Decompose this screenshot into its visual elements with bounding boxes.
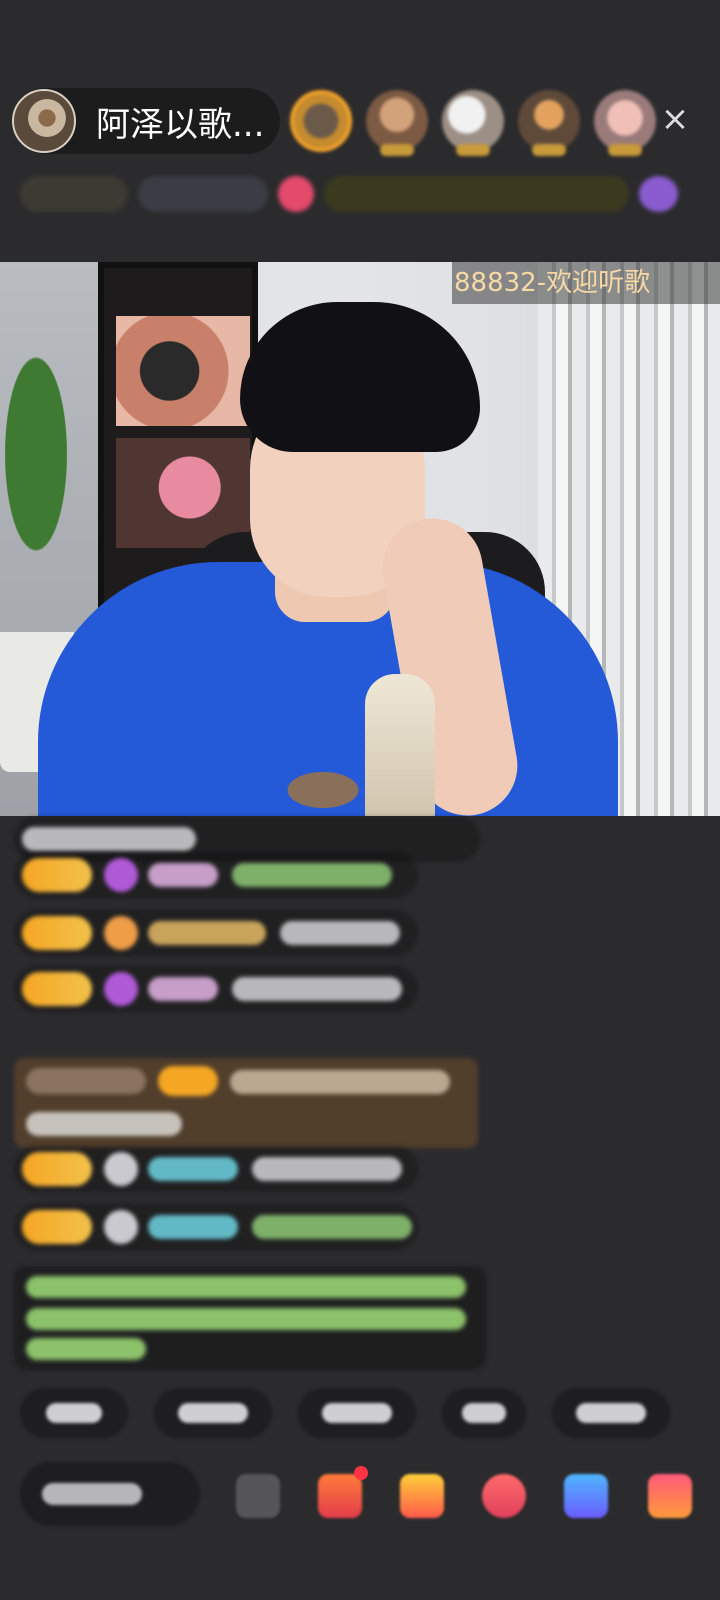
user-avatar	[104, 858, 138, 892]
level-badge	[22, 1210, 92, 1244]
badge-icon[interactable]	[638, 176, 678, 212]
badge-chip[interactable]	[138, 176, 269, 212]
like-icon[interactable]	[482, 1474, 526, 1518]
quick-reply-button[interactable]	[442, 1388, 526, 1438]
user-avatar	[104, 916, 138, 950]
quick-reply-button[interactable]	[20, 1388, 128, 1438]
gift-box-icon[interactable]	[318, 1474, 362, 1518]
user-avatar	[104, 1152, 138, 1186]
top-viewers-list	[290, 86, 670, 156]
chat-message[interactable]	[14, 852, 418, 898]
level-badge	[22, 916, 92, 950]
notification-dot	[354, 1466, 368, 1480]
more-icon[interactable]	[648, 1474, 692, 1518]
room-notice	[14, 1266, 486, 1370]
chat-message[interactable]	[14, 1146, 418, 1192]
user-avatar	[104, 1210, 138, 1244]
user-name[interactable]	[148, 1157, 238, 1181]
user-name[interactable]	[148, 1215, 238, 1239]
badge-chip[interactable]	[323, 176, 629, 212]
badge-chip[interactable]	[20, 176, 129, 212]
badge-icon[interactable]	[278, 176, 314, 212]
viewer-avatar[interactable]	[290, 90, 352, 152]
user-avatar	[104, 972, 138, 1006]
quick-reply-button[interactable]	[552, 1388, 670, 1438]
bottom-toolbar	[0, 1452, 720, 1532]
host-info[interactable]: 阿泽以歌...	[12, 88, 280, 154]
level-badge	[22, 1152, 92, 1186]
viewer-avatar[interactable]	[366, 90, 428, 156]
chat-input[interactable]	[20, 1462, 200, 1526]
emoji-icon[interactable]	[236, 1474, 280, 1518]
host-avatar[interactable]	[12, 89, 76, 153]
system-message[interactable]	[14, 1058, 478, 1148]
viewer-avatar[interactable]	[518, 90, 580, 156]
host-name: 阿泽以歌...	[96, 104, 265, 145]
user-name[interactable]	[148, 863, 218, 887]
close-icon[interactable]: ×	[656, 100, 694, 138]
chat-message[interactable]	[14, 966, 418, 1012]
game-icon[interactable]	[564, 1474, 608, 1518]
video-plant	[0, 342, 90, 622]
viewer-avatar[interactable]	[442, 90, 504, 156]
room-id-label: 88832-欢迎听歌	[452, 262, 720, 304]
live-video[interactable]: 88832-欢迎听歌	[0, 262, 720, 816]
user-name[interactable]	[148, 977, 218, 1001]
user-name[interactable]	[148, 921, 266, 945]
quick-reply-button[interactable]	[298, 1388, 416, 1438]
level-badge	[22, 972, 92, 1006]
level-badge	[22, 858, 92, 892]
gift-icon[interactable]	[400, 1474, 444, 1518]
viewer-avatar[interactable]	[594, 90, 656, 156]
streamer-hair	[240, 302, 480, 452]
chat-message[interactable]	[14, 1204, 418, 1250]
room-badges-row	[20, 168, 688, 220]
quick-reply-button[interactable]	[154, 1388, 272, 1438]
shirt-print	[268, 762, 378, 816]
microphone	[365, 674, 435, 816]
quick-reply-row	[20, 1388, 720, 1438]
chat-message[interactable]	[14, 910, 418, 956]
